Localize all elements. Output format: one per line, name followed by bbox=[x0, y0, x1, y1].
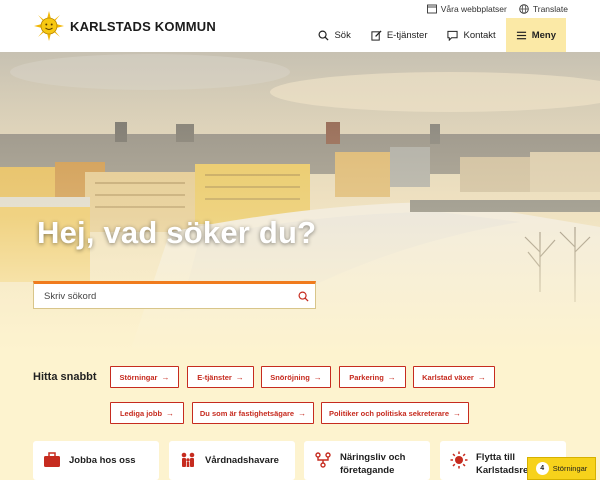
arrow-right-icon: → bbox=[298, 408, 307, 418]
quick-link-label: Parkering bbox=[349, 372, 384, 382]
quick-link-storningar[interactable]: Störningar → bbox=[110, 366, 179, 388]
site-header: KARLSTADS KOMMUN Våra webbplatser Transl… bbox=[0, 0, 600, 52]
hero-search-box bbox=[33, 281, 316, 309]
site-logo[interactable]: KARLSTADS KOMMUN bbox=[34, 11, 216, 41]
quick-link-snorojning[interactable]: Snöröjning → bbox=[261, 366, 331, 388]
network-icon bbox=[315, 452, 331, 468]
card-vardnadshavare[interactable]: Vårdnadshavare bbox=[169, 441, 295, 480]
search-icon bbox=[298, 291, 309, 302]
quick-link-etjanster[interactable]: E-tjänster → bbox=[187, 366, 254, 388]
hero-title: Hej, vad söker du? bbox=[37, 215, 317, 250]
arrow-right-icon: → bbox=[161, 372, 170, 382]
quick-link-karlstad-vaxer[interactable]: Karlstad växer → bbox=[413, 366, 495, 388]
hero-search-submit[interactable] bbox=[291, 291, 315, 302]
chat-icon bbox=[447, 30, 459, 41]
globe-icon bbox=[519, 4, 529, 14]
quick-link-label: Politiker och politiska sekreterare bbox=[328, 408, 450, 418]
disturbances-badge[interactable]: 4 Störningar bbox=[527, 457, 596, 480]
search-icon bbox=[318, 30, 329, 41]
disturbances-count: 4 bbox=[535, 462, 549, 475]
quick-link-label: Snöröjning bbox=[270, 372, 310, 382]
nav-eservices-label: E-tjänster bbox=[386, 29, 428, 41]
nav-menu-button[interactable]: Meny bbox=[505, 18, 566, 52]
nav-contact-label: Kontakt bbox=[463, 29, 496, 41]
family-icon bbox=[181, 452, 195, 467]
nav-eservices-button[interactable]: E-tjänster bbox=[361, 18, 438, 52]
quick-link-label: Karlstad växer bbox=[422, 372, 474, 382]
edit-icon bbox=[371, 29, 382, 41]
quick-link-label: Du som är fastighetsägare bbox=[199, 408, 295, 418]
hamburger-icon bbox=[516, 31, 526, 39]
main-nav: Sök E-tjänster Kontakt Meny bbox=[308, 18, 566, 52]
quick-link-lediga-jobb[interactable]: Lediga jobb → bbox=[110, 402, 184, 424]
translate-link[interactable]: Translate bbox=[519, 4, 568, 14]
quick-link-label: Störningar bbox=[119, 372, 158, 382]
quick-link-fastighetsagare[interactable]: Du som är fastighetsägare → bbox=[192, 402, 314, 424]
translate-link-label: Translate bbox=[532, 4, 568, 14]
quick-link-label: Lediga jobb bbox=[119, 408, 163, 418]
disturbances-label: Störningar bbox=[552, 464, 588, 473]
arrow-right-icon: → bbox=[387, 372, 396, 382]
card-jobba-hos-oss[interactable]: Jobba hos oss bbox=[33, 441, 159, 480]
sun-icon bbox=[450, 451, 468, 469]
card-label: Vårdnadshavare bbox=[205, 455, 279, 466]
logo-text: KARLSTADS KOMMUN bbox=[70, 18, 216, 34]
websites-icon bbox=[426, 4, 437, 14]
nav-menu-label: Meny bbox=[531, 29, 556, 41]
arrow-right-icon: → bbox=[453, 408, 462, 418]
websites-link[interactable]: Våra webbplatser bbox=[426, 4, 507, 14]
card-label: Näringsliv och företagande bbox=[340, 452, 406, 476]
arrow-right-icon: → bbox=[166, 408, 175, 418]
arrow-right-icon: → bbox=[313, 372, 322, 382]
nav-contact-button[interactable]: Kontakt bbox=[437, 18, 505, 52]
websites-link-label: Våra webbplatser bbox=[440, 4, 507, 14]
hero-section: Hej, vad söker du? bbox=[0, 52, 600, 352]
card-naringsliv[interactable]: Näringsliv och företagande bbox=[304, 441, 430, 480]
sun-logo-icon bbox=[34, 11, 64, 41]
arrow-right-icon: → bbox=[477, 372, 486, 382]
quick-link-politiker[interactable]: Politiker och politiska sekreterare → bbox=[321, 402, 469, 424]
quick-link-label: E-tjänster bbox=[197, 372, 232, 382]
nav-search-label: Sök bbox=[334, 29, 351, 41]
briefcase-icon bbox=[44, 452, 60, 467]
utility-links: Våra webbplatser Translate bbox=[426, 4, 568, 14]
hero-search-input[interactable] bbox=[34, 284, 291, 308]
quick-links-title: Hitta snabbt bbox=[33, 371, 97, 383]
nav-search-button[interactable]: Sök bbox=[308, 18, 360, 52]
arrow-right-icon: → bbox=[235, 372, 244, 382]
quick-link-parkering[interactable]: Parkering → bbox=[339, 366, 406, 388]
card-label: Jobba hos oss bbox=[69, 455, 136, 466]
